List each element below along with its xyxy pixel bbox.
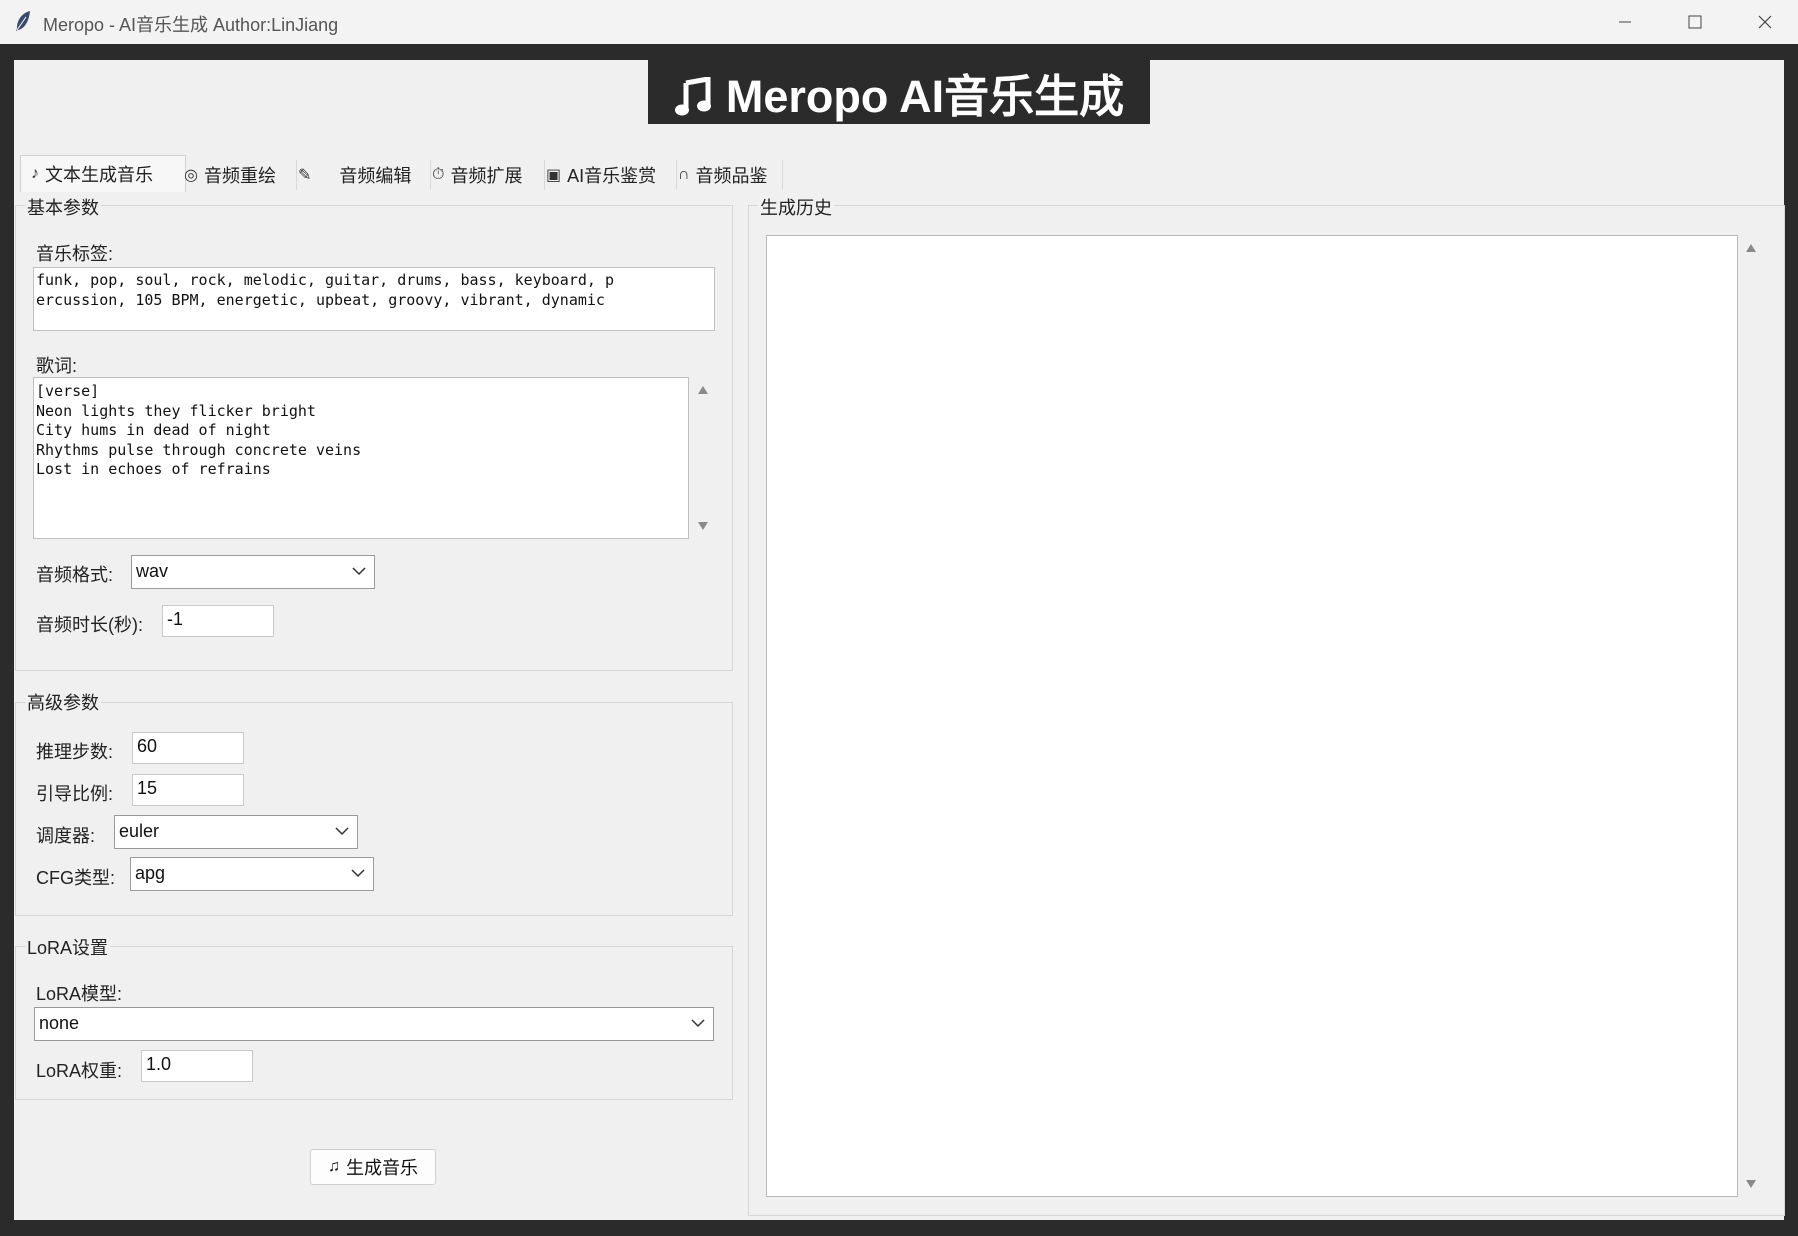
minimize-icon — [1619, 21, 1631, 23]
tab-label: AI音乐鉴赏 — [567, 166, 657, 186]
scheduler-select[interactable]: euler — [114, 815, 358, 849]
lora-settings-title: LoRA设置 — [25, 934, 111, 960]
maximize-icon — [1688, 15, 1702, 29]
guidance-scale-input[interactable]: 15 — [132, 774, 244, 806]
guidance-scale-label: 引导比例: — [36, 784, 114, 804]
close-icon — [1758, 15, 1772, 29]
inference-steps-input[interactable]: 60 — [132, 732, 244, 764]
audio-format-value: wav — [136, 561, 169, 581]
chevron-down-icon — [335, 827, 349, 836]
music-note-icon — [674, 77, 711, 116]
lora-model-label: LoRA模型: — [36, 984, 123, 1004]
chevron-down-icon — [352, 567, 366, 576]
scheduler-value: euler — [119, 821, 160, 841]
music-tags-label: 音乐标签: — [36, 244, 114, 264]
audio-duration-input[interactable]: -1 — [162, 605, 274, 637]
tab-label: 音频扩展 — [450, 166, 523, 186]
headphones-icon: ∩ — [678, 166, 690, 183]
lora-model-select[interactable]: none — [34, 1007, 714, 1041]
lora-weight-input[interactable]: 1.0 — [141, 1050, 253, 1082]
advanced-params-group — [15, 702, 733, 916]
music-tags-input[interactable]: funk, pop, soul, rock, melodic, guitar, … — [33, 267, 715, 331]
audio-duration-label: 音频时长(秒): — [36, 615, 143, 635]
cfg-type-value: apg — [135, 863, 166, 883]
tab-label: 音频编辑 — [339, 166, 412, 186]
audio-format-select[interactable]: wav — [131, 555, 375, 589]
tab-ai-music-appreciation[interactable]: ▣ AI音乐鉴赏 — [538, 160, 677, 190]
close-button[interactable] — [1730, 0, 1798, 44]
scroll-down-icon[interactable] — [697, 521, 709, 531]
advanced-params-title: 高级参数 — [25, 689, 101, 715]
tab-audio-repaint[interactable]: ◎ 音频重绘 — [176, 160, 297, 190]
history-scrollbar[interactable] — [1738, 235, 1764, 1197]
cfg-type-label: CFG类型: — [36, 868, 115, 888]
minimize-button[interactable] — [1590, 0, 1660, 44]
stopwatch-icon: ⏱ — [432, 166, 445, 183]
tab-audio-edit[interactable]: ✎ 音频编辑 — [290, 160, 431, 190]
tab-label: 文本生成音乐 — [45, 165, 153, 185]
robot-icon: ▣ — [546, 167, 562, 184]
inference-steps-label: 推理步数: — [36, 742, 114, 762]
tab-label: 音频重绘 — [203, 166, 276, 186]
window-title: Meropo - AI音乐生成 Author:LinJiang — [43, 15, 339, 35]
edit-icon: ✎ — [298, 167, 312, 184]
lora-model-value: none — [39, 1013, 80, 1033]
scroll-down-icon[interactable] — [1745, 1179, 1757, 1189]
scroll-up-icon[interactable] — [697, 385, 709, 395]
generate-music-label: 生成音乐 — [346, 1158, 418, 1178]
scheduler-label: 调度器: — [36, 826, 96, 846]
tab-label: 音频品鉴 — [695, 166, 768, 186]
tab-audio-extend[interactable]: ⏱ 音频扩展 — [424, 160, 545, 190]
cfg-type-select[interactable]: apg — [130, 857, 374, 891]
basic-params-title: 基本参数 — [25, 194, 101, 220]
lyrics-input[interactable]: [verse] Neon lights they flicker bright … — [33, 377, 689, 539]
palette-icon: ◎ — [184, 167, 198, 184]
app-banner: Meropo AI音乐生成 — [648, 60, 1150, 124]
tab-text-to-music[interactable]: ♪ 文本生成音乐 — [20, 155, 186, 192]
lyrics-scrollbar[interactable] — [690, 377, 716, 539]
feather-icon — [16, 11, 30, 31]
music-note-icon: ♫ — [328, 1158, 340, 1175]
history-list[interactable] — [766, 235, 1738, 1197]
lyrics-label: 歌词: — [36, 356, 78, 376]
maximize-button[interactable] — [1660, 0, 1730, 44]
audio-format-label: 音频格式: — [36, 565, 114, 585]
chevron-down-icon — [691, 1019, 705, 1028]
chevron-down-icon — [351, 869, 365, 878]
generate-music-button[interactable]: ♫ 生成音乐 — [310, 1149, 436, 1185]
history-title: 生成历史 — [758, 194, 834, 220]
lora-weight-label: LoRA权重: — [36, 1061, 123, 1081]
tab-audio-review[interactable]: ∩ 音频品鉴 — [670, 160, 783, 190]
window-titlebar: Meropo - AI音乐生成 Author:LinJiang — [0, 0, 1798, 44]
banner-title: Meropo AI音乐生成 — [725, 70, 1125, 122]
music-score-icon: ♪ — [31, 165, 39, 182]
scroll-up-icon[interactable] — [1745, 243, 1757, 253]
tab-bar: ♪ 文本生成音乐 ◎ 音频重绘 ✎ 音频编辑 ⏱ 音频扩展 ▣ AI音乐鉴赏 ∩… — [14, 155, 783, 192]
